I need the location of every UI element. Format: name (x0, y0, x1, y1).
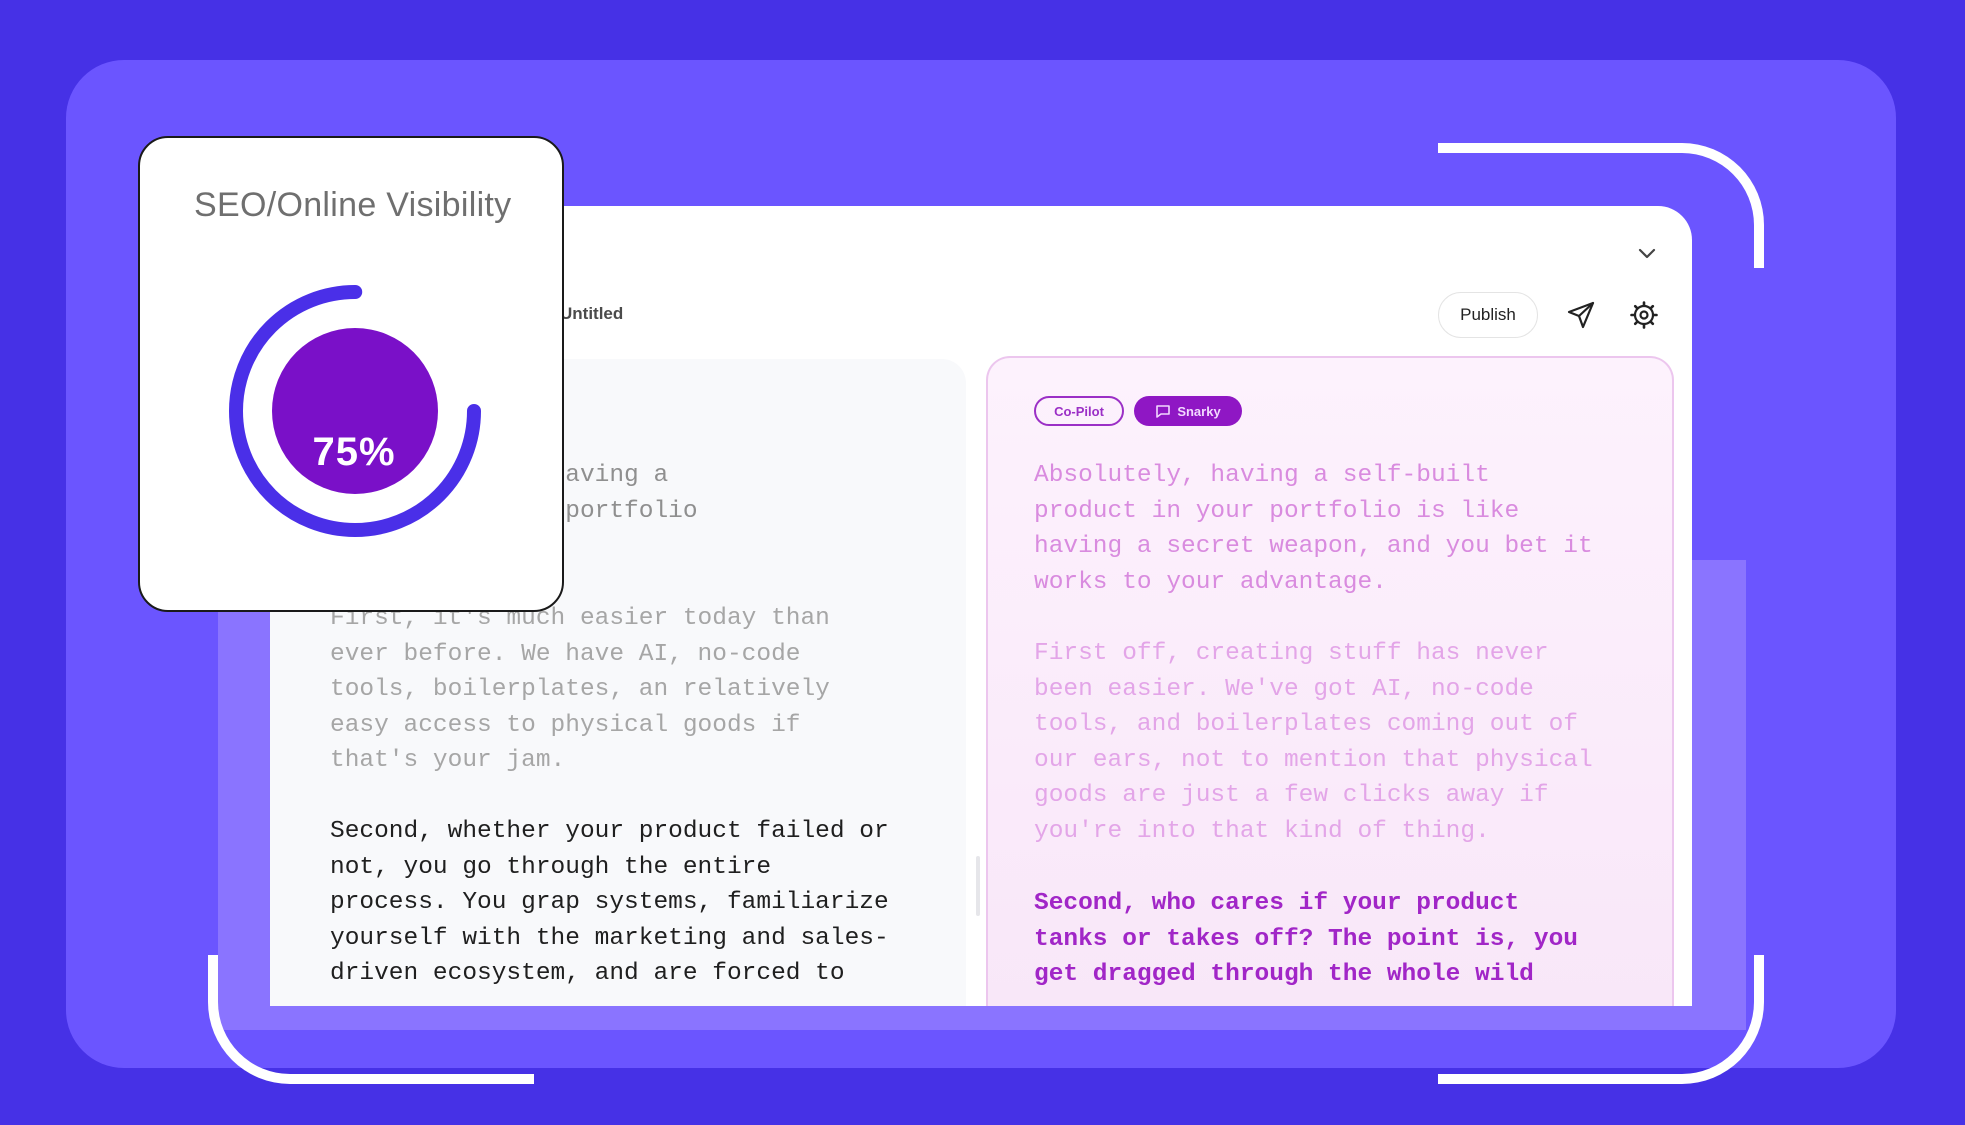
copilot-mode-pill[interactable]: Co-Pilot (1034, 396, 1124, 426)
chat-bubble-icon (1156, 405, 1171, 418)
publish-button[interactable]: Publish (1438, 292, 1538, 338)
seo-visibility-card: SEO/Online Visibility 75% (138, 136, 564, 612)
snarky-mode-label: Snarky (1177, 403, 1221, 419)
chevron-down-icon[interactable] (1636, 242, 1658, 264)
snarky-mode-pill[interactable]: Snarky (1134, 396, 1242, 426)
rewrite-paragraph-1: Absolutely, having a self-built product … (1034, 462, 1593, 596)
seo-progress-gauge (229, 285, 481, 537)
frame-corner-bottom-right (1438, 955, 1764, 1084)
send-icon[interactable] (1566, 300, 1596, 330)
rewrite-paragraph-2: First off, creating stuff has never been… (1034, 640, 1593, 845)
seo-card-title: SEO/Online Visibility (194, 186, 512, 224)
original-paragraph-2: First, it's much easier today than ever … (330, 605, 830, 775)
document-title[interactable]: Untitled (560, 304, 623, 324)
frame-corner-bottom-left (208, 955, 534, 1084)
seo-score-value: 75% (312, 430, 396, 474)
pane-resize-handle[interactable] (976, 856, 980, 916)
settings-icon[interactable] (1630, 301, 1658, 329)
